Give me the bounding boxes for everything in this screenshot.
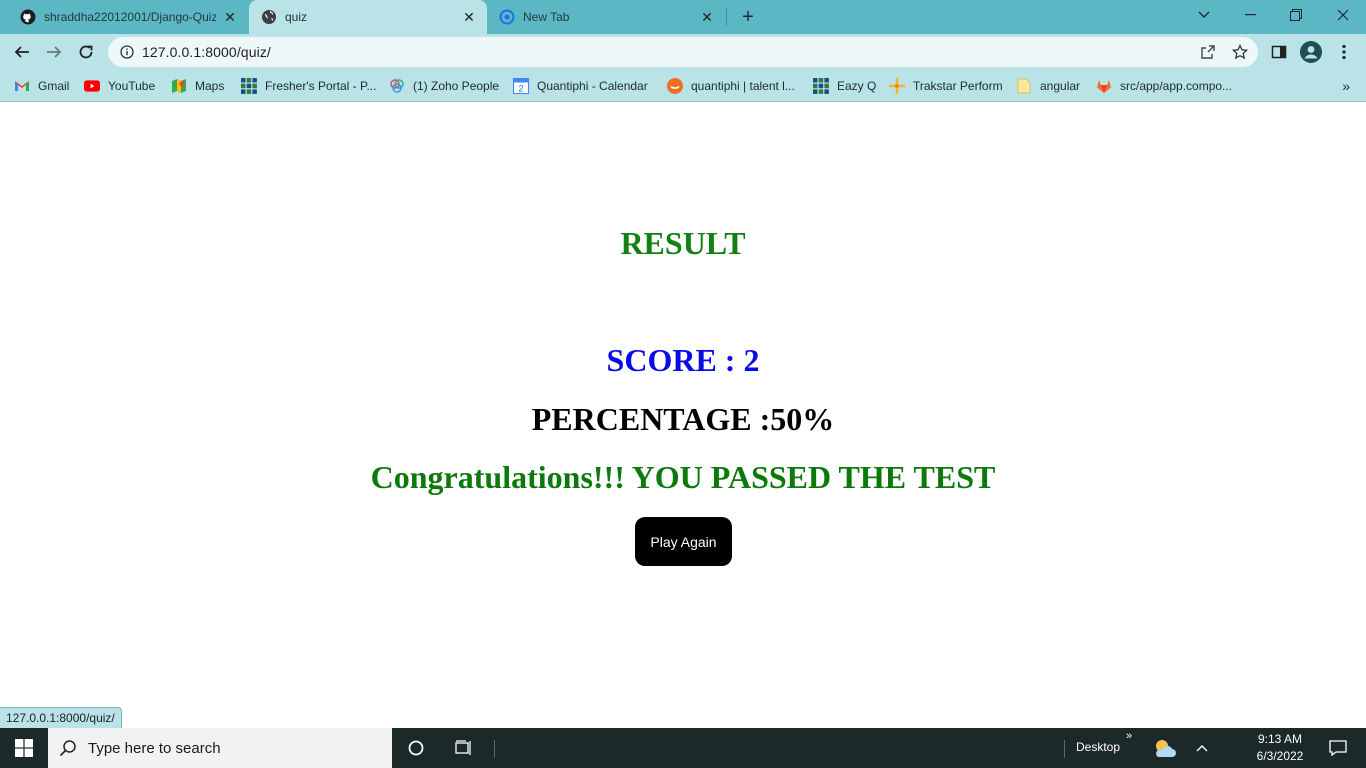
bookmark-label: YouTube [108, 79, 156, 93]
pass-message: Congratulations!!! YOU PASSED THE TEST [370, 459, 996, 495]
tab-new-tab[interactable]: New Tab ✕ [487, 0, 725, 34]
bookmarks-bar: Gmail YouTube Maps Fresher's Portal - P.… [0, 70, 1366, 102]
bookmark-maps[interactable]: Maps [171, 76, 224, 96]
bookmark-gmail[interactable]: Gmail [14, 76, 69, 96]
tab-title: quiz [285, 10, 308, 24]
bookmark-label: src/app/app.compo... [1120, 79, 1233, 93]
close-tab-icon[interactable]: ✕ [222, 9, 238, 25]
bookmark-trakstar[interactable]: Trakstar Perform [889, 76, 1003, 96]
chrome-newtab-icon [499, 9, 515, 25]
tab-title: New Tab [523, 10, 570, 24]
bookmark-label: Maps [195, 79, 225, 93]
search-icon [48, 739, 88, 757]
tab-quiz[interactable]: quiz ✕ [249, 0, 487, 34]
desktop-chevron-icon[interactable]: » [1126, 730, 1132, 742]
restore-icon[interactable] [1273, 0, 1319, 30]
bookmark-zoho-people[interactable]: (1) Zoho People [389, 76, 499, 96]
bookmark-quantiphi-talent[interactable]: quantiphi | talent l... [667, 76, 795, 96]
score-text: SCORE : 2 [606, 342, 760, 378]
grid-icon [241, 78, 257, 94]
folder-icon [1016, 78, 1032, 94]
side-panel-icon[interactable] [1265, 38, 1293, 66]
more-bookmarks-chevron-icon[interactable]: » [1342, 78, 1350, 94]
task-view-icon[interactable] [440, 728, 488, 768]
grid-icon [813, 78, 829, 94]
back-arrow-icon[interactable] [8, 38, 36, 66]
talent-icon [667, 78, 683, 94]
desktop-toolbar-label[interactable]: Desktop [1076, 740, 1120, 754]
taskbar-clock[interactable]: 9:13 AM 6/3/2022 [1246, 731, 1314, 765]
taskbar-search-box[interactable]: Type here to search [48, 728, 392, 768]
bookmark-freshers-portal[interactable]: Fresher's Portal - P... [241, 76, 376, 96]
result-heading: RESULT [620, 225, 746, 261]
close-tab-icon[interactable]: ✕ [461, 9, 477, 25]
status-bubble: 127.0.0.1:8000/quiz/ [0, 707, 122, 728]
bookmark-label: Gmail [38, 79, 70, 93]
forward-arrow-icon[interactable] [40, 38, 68, 66]
bookmark-label: angular [1040, 79, 1081, 93]
notification-center-icon[interactable] [1318, 728, 1358, 768]
taskbar-divider [1064, 740, 1065, 758]
bookmark-star-icon[interactable] [1225, 37, 1255, 67]
bookmark-gitlab[interactable]: src/app/app.compo... [1096, 76, 1232, 96]
bookmark-label: Quantiphi - Calendar [537, 79, 648, 93]
page-content: RESULT SCORE : 2 PERCENTAGE :50% Congrat… [0, 103, 1366, 728]
calendar-icon: 2 [513, 78, 529, 94]
windows-start-icon[interactable] [0, 728, 48, 768]
tab-search-icon[interactable] [1181, 0, 1227, 30]
taskbar-divider [494, 740, 495, 758]
browser-toolbar: 127.0.0.1:8000/quiz/ [0, 34, 1366, 70]
hidden-icons-chevron-icon[interactable] [1178, 728, 1226, 768]
menu-kebab-icon[interactable] [1330, 38, 1358, 66]
bookmark-quantiphi-calendar[interactable]: 2 Quantiphi - Calendar [513, 76, 648, 96]
bookmark-eazy-q[interactable]: Eazy Q [813, 76, 876, 96]
minimize-icon[interactable] [1227, 0, 1273, 30]
bookmark-label: quantiphi | talent l... [691, 79, 795, 93]
clock-date: 6/3/2022 [1256, 749, 1304, 763]
maps-icon [171, 78, 187, 94]
windows-taskbar: Type here to search Desktop » 9:13 AM 6/… [0, 728, 1366, 768]
globe-icon [261, 9, 277, 25]
search-placeholder: Type here to search [88, 739, 221, 757]
bookmark-label: Fresher's Portal - P... [265, 79, 377, 93]
gmail-icon [14, 78, 30, 94]
close-tab-icon[interactable]: ✕ [699, 9, 715, 25]
site-info-icon[interactable] [112, 45, 142, 59]
close-window-icon[interactable] [1320, 0, 1366, 30]
gitlab-icon [1096, 78, 1112, 94]
github-icon [20, 9, 36, 25]
trakstar-icon [889, 78, 905, 94]
share-icon[interactable] [1193, 37, 1223, 67]
bookmark-label: (1) Zoho People [413, 79, 500, 93]
play-again-button[interactable]: Play Again [635, 517, 732, 566]
youtube-icon [84, 78, 100, 94]
reload-icon[interactable] [72, 38, 100, 66]
cortana-icon[interactable] [392, 728, 440, 768]
percentage-text: PERCENTAGE :50% [531, 401, 835, 437]
bookmark-label: Trakstar Perform [913, 79, 1003, 93]
bookmark-youtube[interactable]: YouTube [84, 76, 155, 96]
tab-strip: shraddha22012001/Django-Quiz ✕ quiz ✕ Ne… [0, 0, 1366, 34]
bookmark-label: Eazy Q [837, 79, 877, 93]
address-bar[interactable]: 127.0.0.1:8000/quiz/ [108, 37, 1258, 67]
profile-avatar-icon[interactable] [1297, 38, 1325, 66]
bookmark-angular-folder[interactable]: angular [1016, 76, 1080, 96]
zoho-icon [389, 78, 405, 94]
tab-github[interactable]: shraddha22012001/Django-Quiz ✕ [8, 0, 248, 34]
clock-time: 9:13 AM [1257, 732, 1303, 746]
address-text[interactable]: 127.0.0.1:8000/quiz/ [142, 44, 271, 60]
new-tab-button[interactable]: + [736, 5, 760, 29]
svg-text:2: 2 [518, 84, 523, 94]
tab-title: shraddha22012001/Django-Quiz [44, 10, 216, 24]
tab-separator [726, 8, 727, 26]
